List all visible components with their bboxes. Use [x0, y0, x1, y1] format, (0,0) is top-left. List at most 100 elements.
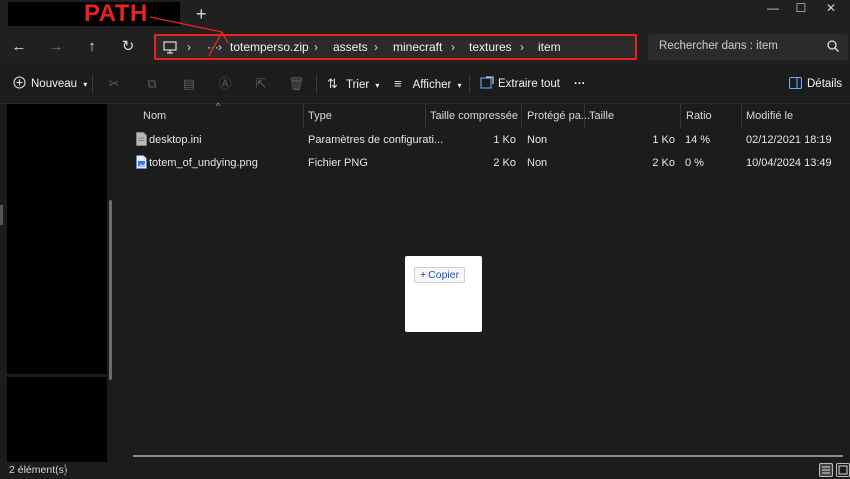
- extract-label: Extraire tout: [498, 78, 560, 90]
- file-protected: Non: [527, 157, 548, 169]
- file-type: Paramètres de configurati...: [308, 134, 444, 146]
- column-size[interactable]: Taille: [589, 109, 614, 123]
- copy-popup: + Copier: [405, 256, 482, 332]
- column-ratio[interactable]: Ratio: [686, 109, 712, 123]
- details-label: Détails: [807, 78, 843, 90]
- back-button[interactable]: ←: [8, 36, 30, 58]
- extract-icon: [480, 76, 494, 89]
- breadcrumb-separator[interactable]: ›: [520, 39, 524, 55]
- breadcrumb-separator[interactable]: ›: [451, 39, 455, 55]
- file-row[interactable]: desktop.ini Paramètres de configurati...…: [120, 129, 850, 151]
- item-count: 2 élément(s): [9, 464, 68, 476]
- view-lines-icon: ≡: [394, 76, 402, 91]
- cut-icon[interactable]: ✂: [106, 76, 122, 92]
- file-modified: 10/04/2024 13:49: [746, 157, 832, 169]
- breadcrumb-minecraft[interactable]: minecraft: [393, 39, 442, 55]
- view-button[interactable]: ≡ Afficher ▾: [394, 76, 462, 94]
- paste-icon[interactable]: ▤: [181, 76, 197, 92]
- rename-icon[interactable]: Ⓐ: [217, 76, 233, 92]
- file-ratio: 14 %: [685, 134, 711, 146]
- maximize-button[interactable]: ☐: [786, 0, 816, 18]
- details-button[interactable]: Détails: [788, 76, 843, 92]
- navigation-pane-lower[interactable]: [7, 377, 107, 465]
- title-bar: PATH + — ☐ ✕: [0, 0, 850, 30]
- divider: [92, 74, 93, 94]
- monitor-icon[interactable]: [163, 41, 177, 54]
- column-modified[interactable]: Modifié le: [746, 109, 793, 123]
- up-button[interactable]: ↑: [81, 36, 103, 58]
- file-protected: Non: [527, 134, 548, 146]
- column-type[interactable]: Type: [308, 109, 332, 123]
- divider: [469, 74, 470, 94]
- details-pane-icon: [788, 76, 803, 90]
- sort-ascending-icon: ^: [216, 101, 221, 111]
- navigation-scrollbar[interactable]: [109, 200, 112, 380]
- breadcrumb-separator[interactable]: ›: [374, 39, 378, 55]
- file-type: Fichier PNG: [308, 157, 368, 169]
- chevron-down-icon: ▾: [83, 80, 88, 89]
- command-bar: Nouveau ▾ ✂ ⧉ ▤ Ⓐ ⇱ 🗑 ⇅ Trier ▾ ≡ Affich…: [0, 64, 850, 104]
- column-divider[interactable]: [303, 104, 304, 128]
- file-name: desktop.ini: [149, 134, 202, 146]
- plus-icon: +: [420, 269, 427, 281]
- share-icon[interactable]: ⇱: [253, 76, 269, 92]
- status-divider: [65, 464, 66, 476]
- column-divider[interactable]: [584, 104, 585, 128]
- column-name[interactable]: Nom: [143, 109, 166, 123]
- horizontal-scrollbar[interactable]: [133, 455, 843, 457]
- file-modified: 02/12/2021 18:19: [746, 134, 832, 146]
- file-row[interactable]: totem_of_undying.png Fichier PNG 2 Ko No…: [120, 152, 850, 174]
- column-divider[interactable]: [425, 104, 426, 128]
- plus-circle-icon: [13, 76, 26, 89]
- divider: [316, 74, 317, 94]
- file-compressed-size: 1 Ko: [493, 134, 516, 146]
- search-box[interactable]: Rechercher dans : item: [648, 34, 848, 60]
- pane-edge: [0, 205, 3, 225]
- breadcrumb-separator[interactable]: ›: [187, 39, 191, 55]
- close-button[interactable]: ✕: [816, 0, 846, 18]
- navigation-bar: ← → ↑ ↻ › ··· › totemperso.zip › assets …: [0, 30, 850, 64]
- chevron-down-icon: ▾: [457, 81, 462, 90]
- sort-button[interactable]: ⇅ Trier ▾: [327, 76, 379, 94]
- copy-icon[interactable]: ⧉: [144, 76, 160, 92]
- new-label: Nouveau: [31, 78, 78, 90]
- copy-label: Copier: [428, 269, 460, 281]
- more-options-button[interactable]: ···: [574, 76, 586, 92]
- file-name: totem_of_undying.png: [149, 157, 258, 169]
- chevron-down-icon: ▾: [375, 81, 380, 90]
- breadcrumb-separator[interactable]: ›: [314, 39, 318, 55]
- navigation-pane[interactable]: [7, 104, 107, 374]
- new-button[interactable]: Nouveau ▾: [13, 76, 87, 93]
- ini-file-icon: [136, 132, 147, 146]
- new-tab-button[interactable]: +: [196, 4, 207, 24]
- column-divider[interactable]: [521, 104, 522, 128]
- delete-icon[interactable]: 🗑: [288, 76, 305, 92]
- details-view-icon[interactable]: [819, 463, 833, 477]
- tiles-view-icon[interactable]: [836, 463, 850, 477]
- column-protected[interactable]: Protégé pa...: [527, 109, 590, 123]
- column-compressed-size[interactable]: Taille compressée: [430, 109, 518, 123]
- sort-icon: ⇅: [327, 76, 338, 91]
- status-bar: 2 élément(s): [0, 462, 850, 479]
- refresh-button[interactable]: ↻: [117, 36, 139, 58]
- breadcrumb-textures[interactable]: textures: [469, 39, 512, 55]
- forward-button[interactable]: →: [45, 36, 67, 58]
- file-size: 2 Ko: [652, 157, 675, 169]
- sort-label: Trier: [346, 79, 370, 91]
- view-label: Afficher: [412, 79, 452, 91]
- column-divider[interactable]: [680, 104, 681, 128]
- search-icon[interactable]: [826, 39, 840, 53]
- file-ratio: 0 %: [685, 157, 704, 169]
- file-compressed-size: 2 Ko: [493, 157, 516, 169]
- copy-button[interactable]: + Copier: [414, 267, 466, 283]
- breadcrumb-separator[interactable]: ›: [218, 39, 222, 55]
- minimize-button[interactable]: —: [758, 0, 788, 18]
- breadcrumb-item[interactable]: item: [538, 39, 561, 55]
- search-placeholder: Rechercher dans : item: [659, 40, 778, 52]
- extract-all-button[interactable]: Extraire tout: [480, 76, 560, 92]
- png-file-icon: [136, 155, 147, 169]
- column-divider[interactable]: [741, 104, 742, 128]
- address-bar[interactable]: › ··· › totemperso.zip › assets › minecr…: [154, 34, 637, 60]
- breadcrumb-assets[interactable]: assets: [333, 39, 368, 55]
- breadcrumb-zip[interactable]: totemperso.zip: [230, 39, 309, 55]
